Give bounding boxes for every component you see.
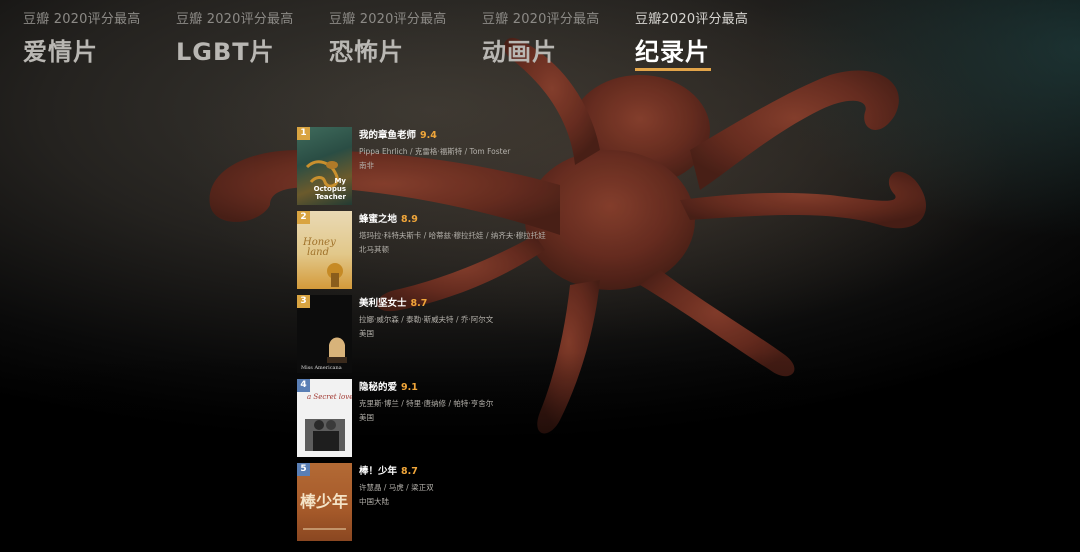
rank-badge: 3 bbox=[297, 295, 310, 308]
tab-title: 动画片 bbox=[482, 38, 557, 66]
movie-title[interactable]: 美利坚女士 bbox=[359, 298, 407, 309]
movie-item[interactable]: 3 Miss Americana 美利坚女士 8.7 拉娜·威尔森 / 泰勒·斯威… bbox=[297, 295, 597, 375]
tab-subtitle: 豆瓣2020评分最高 bbox=[635, 12, 749, 27]
tab-title: LGBT片 bbox=[176, 38, 275, 66]
svg-text:a Secret love: a Secret love bbox=[307, 393, 352, 401]
category-tabs: 豆瓣 2020评分最高 爱情片 豆瓣 2020评分最高 LGBT片 豆瓣 202… bbox=[23, 8, 1080, 71]
tab-title: 纪录片 bbox=[635, 38, 710, 66]
svg-text:棒少年: 棒少年 bbox=[300, 492, 348, 511]
movie-region: 美国 bbox=[359, 413, 374, 422]
poster-a-secret-love[interactable]: 4 a Secret love bbox=[297, 379, 352, 457]
poster-honeyland[interactable]: 2 Honey land bbox=[297, 211, 352, 289]
movie-item[interactable]: 4 a Secret love 隐秘的爱 9.1 克里斯·博兰 / 特里·唐纳修 … bbox=[297, 379, 597, 459]
movie-title[interactable]: 蜂蜜之地 bbox=[359, 214, 397, 225]
rank-badge: 5 bbox=[297, 463, 310, 476]
movie-score: 8.9 bbox=[401, 214, 418, 225]
tab-subtitle: 豆瓣 2020评分最高 bbox=[23, 12, 141, 27]
rank-badge: 2 bbox=[297, 211, 310, 224]
movie-title-line: 棒！少年 8.7 bbox=[359, 463, 434, 477]
movie-region: 北马其顿 bbox=[359, 245, 389, 254]
tab-lgbt[interactable]: 豆瓣 2020评分最高 LGBT片 bbox=[176, 8, 293, 67]
movie-region: 美国 bbox=[359, 329, 374, 338]
movie-title[interactable]: 隐秘的爱 bbox=[359, 382, 397, 393]
rank-badge: 4 bbox=[297, 379, 310, 392]
movie-item[interactable]: 1 My Octopus Teacher 我的章鱼老师 9.4 Pippa Ehr… bbox=[297, 127, 597, 207]
rank-badge: 1 bbox=[297, 127, 310, 140]
poster-bang-shaonian[interactable]: 5 棒少年 bbox=[297, 463, 352, 541]
tab-documentary[interactable]: 豆瓣2020评分最高 纪录片 bbox=[635, 8, 748, 71]
movie-score: 9.1 bbox=[401, 382, 418, 393]
movie-score: 8.7 bbox=[410, 298, 428, 309]
movie-region: 中国大陆 bbox=[359, 497, 389, 506]
movie-title-line: 我的章鱼老师 9.4 bbox=[359, 127, 510, 141]
movie-info: 我的章鱼老师 9.4 Pippa Ehrlich / 克雷格·福斯特 / Tom … bbox=[359, 127, 510, 171]
movie-region: 南非 bbox=[359, 161, 374, 170]
tab-title: 恐怖片 bbox=[329, 38, 404, 66]
movie-score: 9.4 bbox=[420, 130, 437, 141]
tab-romance[interactable]: 豆瓣 2020评分最高 爱情片 bbox=[23, 8, 140, 67]
movie-people: 许慧晶 / 马虎 / 梁正双 bbox=[359, 483, 434, 492]
movie-people: Pippa Ehrlich / 克雷格·福斯特 / Tom Foster bbox=[359, 147, 511, 156]
movie-info: 棒！少年 8.7 许慧晶 / 马虎 / 梁正双 中国大陆 bbox=[359, 463, 434, 507]
movie-people: 拉娜·威尔森 / 泰勒·斯威夫特 / 乔·阿尔文 bbox=[359, 315, 494, 324]
movie-info: 美利坚女士 8.7 拉娜·威尔森 / 泰勒·斯威夫特 / 乔·阿尔文 美国 bbox=[359, 295, 493, 339]
tab-subtitle: 豆瓣 2020评分最高 bbox=[176, 12, 294, 27]
movie-info: 隐秘的爱 9.1 克里斯·博兰 / 特里·唐纳修 / 帕特·亨舍尔 美国 bbox=[359, 379, 493, 423]
poster-caption: My Octopus Teacher bbox=[313, 177, 346, 201]
movie-score: 8.7 bbox=[401, 466, 418, 477]
tab-title: 爱情片 bbox=[23, 38, 98, 66]
movie-info: 蜂蜜之地 8.9 塔玛拉·科特夫斯卡 / 哈蒂兹·穆拉托娃 / 纳齐夫·穆拉托娃 … bbox=[359, 211, 546, 255]
tab-active-underline bbox=[635, 68, 711, 71]
movie-item[interactable]: 2 Honey land 蜂蜜之地 8.9 塔玛拉·科特夫斯卡 / 哈蒂兹·穆拉托… bbox=[297, 211, 597, 291]
movie-title-line: 美利坚女士 8.7 bbox=[359, 295, 493, 309]
poster-miss-americana[interactable]: 3 Miss Americana bbox=[297, 295, 352, 373]
tab-animation[interactable]: 豆瓣 2020评分最高 动画片 bbox=[482, 8, 599, 67]
tab-subtitle: 豆瓣 2020评分最高 bbox=[329, 12, 447, 27]
movie-title[interactable]: 棒！少年 bbox=[359, 466, 397, 477]
svg-text:land: land bbox=[307, 247, 329, 258]
movie-people: 塔玛拉·科特夫斯卡 / 哈蒂兹·穆拉托娃 / 纳齐夫·穆拉托娃 bbox=[359, 231, 546, 240]
tab-subtitle: 豆瓣 2020评分最高 bbox=[482, 12, 600, 27]
movie-title-line: 隐秘的爱 9.1 bbox=[359, 379, 493, 393]
movie-title-line: 蜂蜜之地 8.9 bbox=[359, 211, 546, 225]
movie-title[interactable]: 我的章鱼老师 bbox=[359, 130, 416, 141]
poster-my-octopus-teacher[interactable]: 1 My Octopus Teacher bbox=[297, 127, 352, 205]
movie-item[interactable]: 5 棒少年 棒！少年 8.7 许慧晶 / 马虎 / 梁正双 中国大陆 bbox=[297, 463, 597, 543]
movie-people: 克里斯·博兰 / 特里·唐纳修 / 帕特·亨舍尔 bbox=[359, 399, 494, 408]
tab-horror[interactable]: 豆瓣 2020评分最高 恐怖片 bbox=[329, 8, 446, 67]
svg-text:Miss Americana: Miss Americana bbox=[301, 365, 342, 371]
